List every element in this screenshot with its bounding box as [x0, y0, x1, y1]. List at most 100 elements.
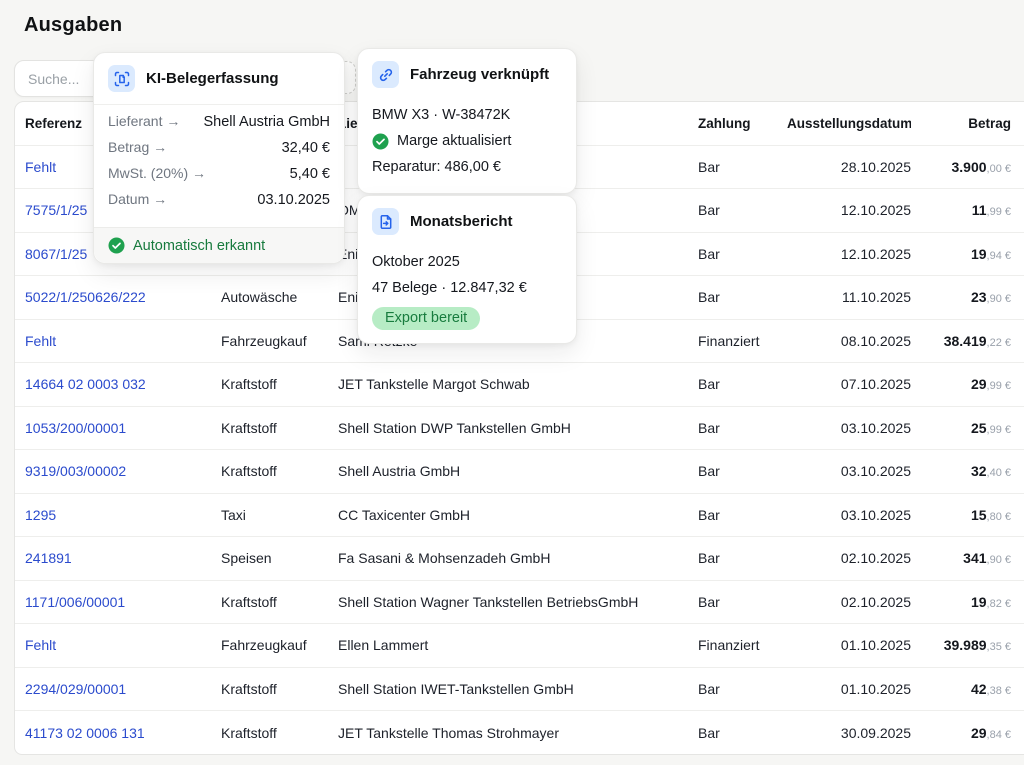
table-row[interactable]: 1171/006/00001 Kraftstoff Shell Station … [15, 580, 1024, 624]
table-row[interactable]: 1053/200/00001 Kraftstoff Shell Station … [15, 406, 1024, 450]
amount-cell: 38.419,22 € [911, 319, 1024, 363]
ki-field-value: 5,40 € [290, 166, 330, 182]
table-row[interactable]: 41173 02 0006 131 Kraftstoff JET Tankste… [15, 711, 1024, 755]
amount-cell: 3.900,00 € [911, 145, 1024, 189]
column-header-ausstellungsdatum: Ausstellungsdatum [787, 102, 911, 145]
report-month: Oktober 2025 [372, 249, 562, 275]
date-cell: 12.10.2025 [787, 232, 911, 276]
payment-cell: Bar [691, 232, 787, 276]
check-circle-icon [372, 133, 389, 150]
amount-cell: 32,40 € [911, 450, 1024, 494]
reference-link[interactable]: 1295 [25, 507, 56, 523]
payment-cell: Bar [691, 276, 787, 320]
reference-link[interactable]: 2294/029/00001 [25, 681, 126, 697]
payment-cell: Bar [691, 363, 787, 407]
reference-link[interactable]: Fehlt [25, 333, 56, 349]
category-cell: Kraftstoff [221, 450, 338, 494]
report-card-title: Monatsbericht [410, 213, 513, 230]
payment-cell: Bar [691, 667, 787, 711]
reference-link[interactable]: 7575/1/25 [25, 202, 87, 218]
supplier-cell: Ellen Lammert [338, 624, 691, 668]
category-cell: Kraftstoff [221, 406, 338, 450]
date-cell: 01.10.2025 [787, 667, 911, 711]
vehicle-info: BMW X3 · W-38472K [372, 102, 562, 128]
ki-field-label: Betrag → [108, 139, 167, 155]
category-cell: Speisen [221, 537, 338, 581]
date-cell: 08.10.2025 [787, 319, 911, 363]
payment-cell: Bar [691, 580, 787, 624]
check-circle-icon [108, 237, 125, 254]
payment-cell: Finanziert [691, 319, 787, 363]
amount-cell: 29,99 € [911, 363, 1024, 407]
date-cell: 03.10.2025 [787, 406, 911, 450]
category-cell: Fahrzeugkauf [221, 319, 338, 363]
export-ready-badge: Export bereit [372, 307, 480, 330]
date-cell: 02.10.2025 [787, 537, 911, 581]
category-cell: Taxi [221, 493, 338, 537]
supplier-cell: Shell Station IWET-Tankstellen GmbH [338, 667, 691, 711]
reference-link[interactable]: 1053/200/00001 [25, 420, 126, 436]
payment-cell: Bar [691, 450, 787, 494]
column-header-betrag: Betrag [911, 102, 1024, 145]
table-row[interactable]: 2294/029/00001 Kraftstoff Shell Station … [15, 667, 1024, 711]
link-icon [372, 61, 399, 88]
category-cell: Kraftstoff [221, 667, 338, 711]
supplier-cell: Shell Station DWP Tankstellen GmbH [338, 406, 691, 450]
supplier-cell: JET Tankstelle Margot Schwab [338, 363, 691, 407]
ki-receipt-card: KI-Belegerfassung Lieferant → Shell Aust… [93, 52, 345, 264]
reference-link[interactable]: 14664 02 0003 032 [25, 376, 146, 392]
table-row[interactable]: 14664 02 0003 032 Kraftstoff JET Tankste… [15, 363, 1024, 407]
category-cell: Kraftstoff [221, 711, 338, 755]
reference-link[interactable]: 5022/1/250626/222 [25, 289, 146, 305]
table-row[interactable]: 1295 Taxi CC Taxicenter GmbH Bar 03.10.2… [15, 493, 1024, 537]
category-cell: Kraftstoff [221, 363, 338, 407]
report-summary: 47 Belege · 12.847,32 € [372, 275, 562, 301]
table-row[interactable]: Fehlt Fahrzeugkauf Ellen Lammert Finanzi… [15, 624, 1024, 668]
ki-field-label: MwSt. (20%) → [108, 165, 206, 181]
page-title: Ausgaben [24, 14, 122, 37]
category-cell: Kraftstoff [221, 580, 338, 624]
amount-cell: 341,90 € [911, 537, 1024, 581]
reference-link[interactable]: Fehlt [25, 637, 56, 653]
date-cell: 07.10.2025 [787, 363, 911, 407]
ki-field-label: Lieferant → [108, 113, 180, 129]
category-cell: Fahrzeugkauf [221, 624, 338, 668]
date-cell: 03.10.2025 [787, 450, 911, 494]
reference-link[interactable]: 8067/1/25 [25, 246, 87, 262]
date-cell: 12.10.2025 [787, 189, 911, 233]
ki-field-value: 03.10.2025 [257, 192, 330, 208]
reference-link[interactable]: 241891 [25, 550, 72, 566]
table-row[interactable]: 9319/003/00002 Kraftstoff Shell Austria … [15, 450, 1024, 494]
vehicle-status-text: Marge aktualisiert [397, 133, 511, 149]
payment-cell: Bar [691, 189, 787, 233]
ki-field-value: Shell Austria GmbH [203, 114, 330, 130]
supplier-cell: CC Taxicenter GmbH [338, 493, 691, 537]
vehicle-card-title: Fahrzeug verknüpft [410, 66, 549, 83]
category-cell: Autowäsche [221, 276, 338, 320]
amount-cell: 15,80 € [911, 493, 1024, 537]
amount-cell: 39.989,35 € [911, 624, 1024, 668]
amount-cell: 19,94 € [911, 232, 1024, 276]
column-header-zahlung: Zahlung [691, 102, 787, 145]
reference-link[interactable]: 9319/003/00002 [25, 463, 126, 479]
reference-link[interactable]: 1171/006/00001 [25, 594, 125, 610]
supplier-cell: Fa Sasani & Mohsenzadeh GmbH [338, 537, 691, 581]
amount-cell: 42,38 € [911, 667, 1024, 711]
date-cell: 28.10.2025 [787, 145, 911, 189]
reference-link[interactable]: 41173 02 0006 131 [25, 725, 145, 741]
payment-cell: Bar [691, 711, 787, 755]
file-export-icon [372, 208, 399, 235]
reference-link[interactable]: Fehlt [25, 159, 56, 175]
ki-status-text: Automatisch erkannt [133, 238, 265, 254]
payment-cell: Bar [691, 537, 787, 581]
ki-field-label: Datum → [108, 191, 167, 207]
date-cell: 02.10.2025 [787, 580, 911, 624]
date-cell: 03.10.2025 [787, 493, 911, 537]
payment-cell: Bar [691, 406, 787, 450]
table-row[interactable]: 241891 Speisen Fa Sasani & Mohsenzadeh G… [15, 537, 1024, 581]
date-cell: 30.09.2025 [787, 711, 911, 755]
ki-card-title: KI-Belegerfassung [146, 70, 279, 87]
date-cell: 01.10.2025 [787, 624, 911, 668]
supplier-cell: Shell Station Wagner Tankstellen Betrieb… [338, 580, 691, 624]
amount-cell: 25,99 € [911, 406, 1024, 450]
